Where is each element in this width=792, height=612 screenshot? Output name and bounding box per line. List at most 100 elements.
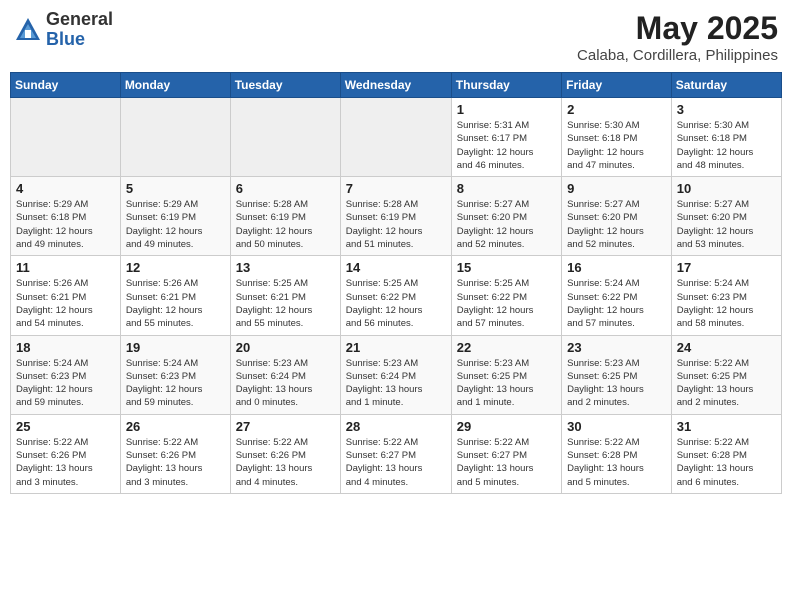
- page-header: General Blue May 2025 Calaba, Cordillera…: [10, 10, 782, 64]
- day-info: Sunrise: 5:26 AMSunset: 6:21 PMDaylight:…: [126, 277, 225, 330]
- calendar-cell: 20 Sunrise: 5:23 AMSunset: 6:24 PMDayligh…: [230, 335, 340, 414]
- day-info: Sunrise: 5:28 AMSunset: 6:19 PMDaylight:…: [236, 198, 335, 251]
- calendar-cell: 21 Sunrise: 5:23 AMSunset: 6:24 PMDayligh…: [340, 335, 451, 414]
- day-number: 23: [567, 340, 666, 355]
- day-number: 29: [457, 419, 556, 434]
- weekday-header-sunday: Sunday: [11, 73, 121, 98]
- day-info: Sunrise: 5:23 AMSunset: 6:24 PMDaylight:…: [346, 357, 446, 410]
- location-title: Calaba, Cordillera, Philippines: [577, 47, 778, 64]
- calendar-cell: 24Sunrise: 5:22 AMSunset: 6:25 PMDayligh…: [671, 335, 781, 414]
- day-number: 26: [126, 419, 225, 434]
- calendar-week-row: 1Sunrise: 5:31 AMSunset: 6:17 PMDaylight…: [11, 98, 782, 177]
- weekday-header-tuesday: Tuesday: [230, 73, 340, 98]
- day-info: Sunrise: 5:27 AMSunset: 6:20 PMDaylight:…: [677, 198, 776, 251]
- day-number: 28: [346, 419, 446, 434]
- weekday-header-monday: Monday: [120, 73, 230, 98]
- calendar-cell: 31Sunrise: 5:22 AMSunset: 6:28 PMDayligh…: [671, 414, 781, 493]
- day-number: 25: [16, 419, 115, 434]
- day-number: 19: [126, 340, 225, 355]
- day-number: 24: [677, 340, 776, 355]
- calendar-cell: [230, 98, 340, 177]
- day-number: 3: [677, 102, 776, 117]
- day-info: Sunrise: 5:27 AMSunset: 6:20 PMDaylight:…: [567, 198, 666, 251]
- title-block: May 2025 Calaba, Cordillera, Philippines: [577, 10, 778, 64]
- day-number: 11: [16, 260, 115, 275]
- day-info: Sunrise: 5:24 AMSunset: 6:23 PMDaylight:…: [677, 277, 776, 330]
- calendar-cell: 30 Sunrise: 5:22 AMSunset: 6:28 PMDayligh…: [562, 414, 672, 493]
- calendar-cell: 25Sunrise: 5:22 AMSunset: 6:26 PMDayligh…: [11, 414, 121, 493]
- weekday-header-friday: Friday: [562, 73, 672, 98]
- weekday-header-saturday: Saturday: [671, 73, 781, 98]
- calendar-table: SundayMondayTuesdayWednesdayThursdayFrid…: [10, 72, 782, 494]
- calendar-cell: 19 Sunrise: 5:24 AMSunset: 6:23 PMDayligh…: [120, 335, 230, 414]
- calendar-cell: 12 Sunrise: 5:26 AMSunset: 6:21 PMDayligh…: [120, 256, 230, 335]
- calendar-cell: 29 Sunrise: 5:22 AMSunset: 6:27 PMDayligh…: [451, 414, 561, 493]
- day-info: Sunrise: 5:30 AMSunset: 6:18 PMDaylight:…: [567, 119, 666, 172]
- day-number: 10: [677, 181, 776, 196]
- day-info: Sunrise: 5:25 AMSunset: 6:22 PMDaylight:…: [457, 277, 556, 330]
- day-info: Sunrise: 5:26 AMSunset: 6:21 PMDaylight:…: [16, 277, 115, 330]
- day-number: 12: [126, 260, 225, 275]
- day-info: Sunrise: 5:28 AMSunset: 6:19 PMDaylight:…: [346, 198, 446, 251]
- weekday-header-thursday: Thursday: [451, 73, 561, 98]
- day-number: 1: [457, 102, 556, 117]
- calendar-cell: 4 Sunrise: 5:29 AMSunset: 6:18 PMDaylight…: [11, 177, 121, 256]
- day-number: 27: [236, 419, 335, 434]
- day-info: Sunrise: 5:23 AMSunset: 6:25 PMDaylight:…: [457, 357, 556, 410]
- calendar-cell: 2 Sunrise: 5:30 AMSunset: 6:18 PMDaylight…: [562, 98, 672, 177]
- day-number: 16: [567, 260, 666, 275]
- calendar-cell: [120, 98, 230, 177]
- day-info: Sunrise: 5:22 AMSunset: 6:28 PMDaylight:…: [567, 436, 666, 489]
- day-number: 9: [567, 181, 666, 196]
- day-number: 5: [126, 181, 225, 196]
- calendar-cell: 26 Sunrise: 5:22 AMSunset: 6:26 PMDayligh…: [120, 414, 230, 493]
- day-number: 21: [346, 340, 446, 355]
- calendar-cell: 14Sunrise: 5:25 AMSunset: 6:22 PMDayligh…: [340, 256, 451, 335]
- calendar-cell: 17Sunrise: 5:24 AMSunset: 6:23 PMDayligh…: [671, 256, 781, 335]
- logo-text: General Blue: [46, 10, 113, 50]
- day-number: 13: [236, 260, 335, 275]
- logo-blue: Blue: [46, 29, 85, 49]
- weekday-header-wednesday: Wednesday: [340, 73, 451, 98]
- logo-icon: [14, 16, 42, 44]
- calendar-cell: 1Sunrise: 5:31 AMSunset: 6:17 PMDaylight…: [451, 98, 561, 177]
- day-info: Sunrise: 5:29 AMSunset: 6:18 PMDaylight:…: [16, 198, 115, 251]
- calendar-cell: 28Sunrise: 5:22 AMSunset: 6:27 PMDayligh…: [340, 414, 451, 493]
- month-title: May 2025: [577, 10, 778, 47]
- day-info: Sunrise: 5:27 AMSunset: 6:20 PMDaylight:…: [457, 198, 556, 251]
- calendar-cell: 5Sunrise: 5:29 AMSunset: 6:19 PMDaylight…: [120, 177, 230, 256]
- calendar-week-row: 4 Sunrise: 5:29 AMSunset: 6:18 PMDaylight…: [11, 177, 782, 256]
- day-number: 30: [567, 419, 666, 434]
- day-info: Sunrise: 5:30 AMSunset: 6:18 PMDaylight:…: [677, 119, 776, 172]
- calendar-cell: 11 Sunrise: 5:26 AMSunset: 6:21 PMDayligh…: [11, 256, 121, 335]
- calendar-cell: 6Sunrise: 5:28 AMSunset: 6:19 PMDaylight…: [230, 177, 340, 256]
- calendar-week-row: 18 Sunrise: 5:24 AMSunset: 6:23 PMDayligh…: [11, 335, 782, 414]
- day-info: Sunrise: 5:23 AMSunset: 6:24 PMDaylight:…: [236, 357, 335, 410]
- calendar-cell: 8 Sunrise: 5:27 AMSunset: 6:20 PMDaylight…: [451, 177, 561, 256]
- day-number: 8: [457, 181, 556, 196]
- day-info: Sunrise: 5:22 AMSunset: 6:28 PMDaylight:…: [677, 436, 776, 489]
- day-number: 7: [346, 181, 446, 196]
- day-info: Sunrise: 5:22 AMSunset: 6:26 PMDaylight:…: [236, 436, 335, 489]
- day-number: 22: [457, 340, 556, 355]
- day-number: 18: [16, 340, 115, 355]
- day-info: Sunrise: 5:24 AMSunset: 6:23 PMDaylight:…: [126, 357, 225, 410]
- day-info: Sunrise: 5:22 AMSunset: 6:27 PMDaylight:…: [457, 436, 556, 489]
- logo-general: General: [46, 9, 113, 29]
- calendar-cell: 3 Sunrise: 5:30 AMSunset: 6:18 PMDaylight…: [671, 98, 781, 177]
- day-number: 4: [16, 181, 115, 196]
- calendar-cell: 23Sunrise: 5:23 AMSunset: 6:25 PMDayligh…: [562, 335, 672, 414]
- day-number: 15: [457, 260, 556, 275]
- logo: General Blue: [14, 10, 113, 50]
- day-number: 14: [346, 260, 446, 275]
- day-info: Sunrise: 5:22 AMSunset: 6:26 PMDaylight:…: [126, 436, 225, 489]
- calendar-cell: 18Sunrise: 5:24 AMSunset: 6:23 PMDayligh…: [11, 335, 121, 414]
- day-number: 20: [236, 340, 335, 355]
- calendar-cell: 7 Sunrise: 5:28 AMSunset: 6:19 PMDaylight…: [340, 177, 451, 256]
- calendar-cell: 10 Sunrise: 5:27 AMSunset: 6:20 PMDayligh…: [671, 177, 781, 256]
- day-number: 2: [567, 102, 666, 117]
- calendar-cell: 9 Sunrise: 5:27 AMSunset: 6:20 PMDaylight…: [562, 177, 672, 256]
- calendar-cell: [11, 98, 121, 177]
- calendar-cell: 13 Sunrise: 5:25 AMSunset: 6:21 PMDayligh…: [230, 256, 340, 335]
- day-info: Sunrise: 5:25 AMSunset: 6:21 PMDaylight:…: [236, 277, 335, 330]
